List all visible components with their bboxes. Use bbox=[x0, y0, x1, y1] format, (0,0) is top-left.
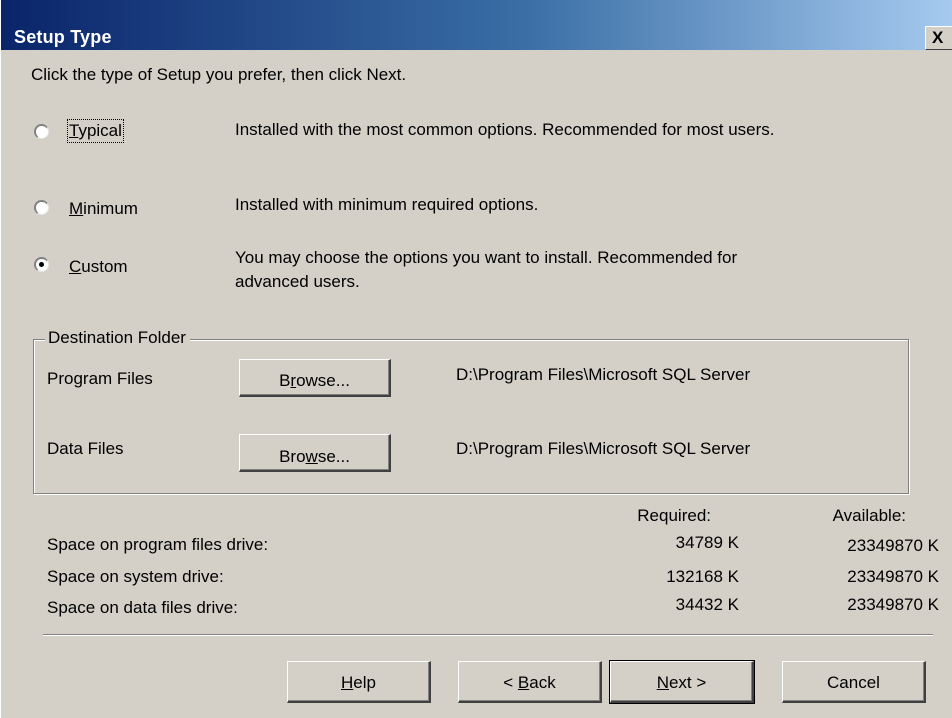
help-mnemonic: H bbox=[341, 673, 354, 692]
close-icon: X bbox=[932, 28, 944, 47]
browse-data-files-button[interactable]: Browse... bbox=[239, 434, 391, 472]
space-available-value: 23349870 K bbox=[847, 567, 939, 586]
data-files-path: D:\Program Files\Microsoft SQL Server bbox=[456, 439, 751, 458]
browse-label-post: se... bbox=[317, 447, 350, 466]
instruction-text: Click the type of Setup you prefer, then… bbox=[31, 65, 407, 84]
program-files-path: D:\Program Files\Microsoft SQL Server bbox=[456, 365, 751, 384]
footer-separator bbox=[43, 634, 933, 636]
destination-folder-group bbox=[33, 339, 909, 494]
title-bar[interactable]: Setup Type X bbox=[1, 0, 952, 50]
destination-folder-legend: Destination Folder bbox=[45, 328, 190, 348]
space-label: Space on data files drive: bbox=[47, 598, 238, 617]
radio-custom[interactable] bbox=[34, 257, 49, 272]
space-required-value: 34789 K bbox=[675, 533, 739, 552]
browse-label-pre: Bro bbox=[279, 447, 306, 466]
option-desc-custom-line1: You may choose the options you want to i… bbox=[235, 248, 738, 267]
space-label: Space on program files drive: bbox=[47, 535, 269, 554]
label-rest-typical: ypical bbox=[78, 121, 122, 140]
option-desc-minimum: Installed with minimum required options. bbox=[235, 195, 539, 214]
browse-label-pre: B bbox=[279, 371, 291, 390]
space-available-value: 23349870 K bbox=[847, 536, 939, 555]
data-files-label: Data Files bbox=[47, 439, 124, 458]
back-label-rest: ack bbox=[529, 673, 556, 692]
available-header: Available: bbox=[832, 506, 906, 525]
setup-type-dialog: Setup Type X Click the type of Setup you… bbox=[0, 0, 952, 718]
radio-selected-dot bbox=[39, 262, 44, 267]
back-mnemonic: B bbox=[517, 673, 530, 692]
close-button[interactable]: X bbox=[925, 26, 952, 50]
back-arrow: < bbox=[503, 673, 518, 692]
space-required-value: 34432 K bbox=[675, 595, 739, 614]
cancel-label: Cancel bbox=[827, 673, 880, 692]
space-label: Space on system drive: bbox=[47, 567, 224, 586]
program-files-label: Program Files bbox=[47, 369, 153, 388]
help-button[interactable]: Help bbox=[287, 661, 431, 703]
radio-typical[interactable] bbox=[34, 124, 49, 139]
option-label-custom[interactable]: Custom bbox=[69, 257, 128, 277]
option-desc-typical: Installed with the most common options. … bbox=[235, 120, 775, 139]
label-rest-minimum: inimum bbox=[83, 199, 138, 218]
browse-mnemonic: w bbox=[305, 447, 318, 466]
next-label-rest: ext > bbox=[668, 673, 707, 692]
window-title: Setup Type bbox=[14, 27, 112, 47]
option-label-typical[interactable]: Typical bbox=[67, 119, 124, 143]
help-label-rest: elp bbox=[353, 673, 376, 692]
browse-label-post: owse... bbox=[296, 371, 350, 390]
back-button[interactable]: < Back bbox=[458, 661, 602, 703]
space-required-value: 132168 K bbox=[666, 567, 739, 586]
next-mnemonic: N bbox=[656, 673, 669, 692]
mnemonic-m: M bbox=[69, 199, 84, 218]
next-button[interactable]: Next > bbox=[609, 660, 755, 704]
browse-program-files-button[interactable]: Browse... bbox=[239, 359, 391, 397]
option-desc-custom-line2: advanced users. bbox=[235, 272, 360, 291]
label-rest-custom: ustom bbox=[81, 257, 128, 276]
cancel-button[interactable]: Cancel bbox=[782, 661, 926, 703]
space-available-value: 23349870 K bbox=[847, 595, 939, 614]
radio-minimum[interactable] bbox=[34, 200, 49, 215]
required-header: Required: bbox=[637, 506, 711, 525]
option-label-minimum[interactable]: Minimum bbox=[69, 199, 138, 219]
mnemonic-c: C bbox=[69, 257, 82, 276]
